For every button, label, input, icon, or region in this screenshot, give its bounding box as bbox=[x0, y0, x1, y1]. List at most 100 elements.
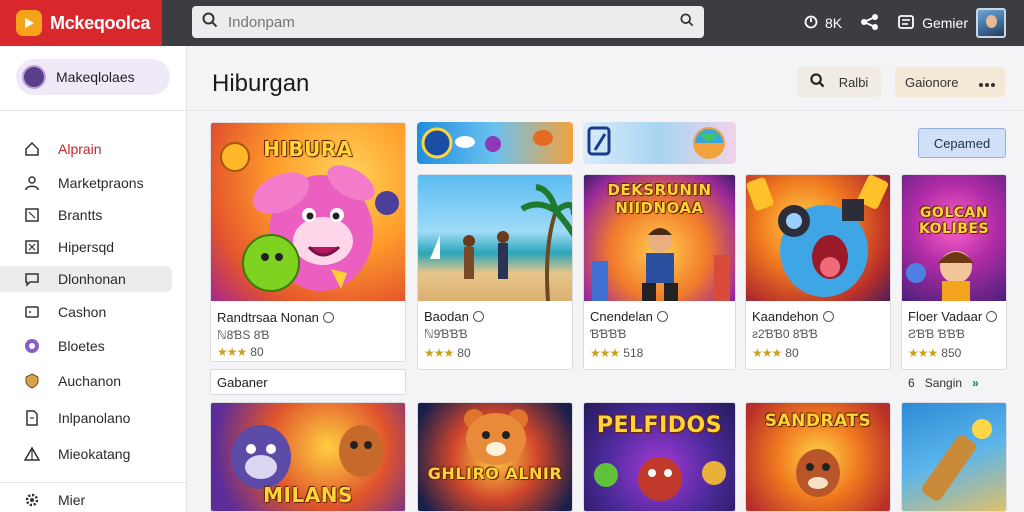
game-title: Randtrsaa Nonan bbox=[217, 310, 334, 325]
star-rating-icon: ★★★ bbox=[908, 346, 938, 360]
rating-value: 850 bbox=[941, 346, 962, 360]
pager: 6 Sangin » bbox=[908, 376, 979, 390]
user-menu[interactable]: Gemier bbox=[898, 8, 1006, 38]
game-thumbnail: HIBURA bbox=[211, 123, 405, 301]
sidebar-item-label: Hipersqd bbox=[58, 239, 115, 255]
promo-banner[interactable] bbox=[417, 122, 573, 164]
refresh-icon bbox=[803, 14, 819, 33]
sidebar: Makeqlolaes Alprain Marketpraons Brantts… bbox=[0, 46, 187, 512]
sidebar-item-auchanon[interactable]: Auchanon bbox=[0, 368, 172, 394]
section-tab[interactable]: Gabaner bbox=[210, 369, 406, 395]
sidebar-item-label: Auchanon bbox=[58, 373, 122, 389]
gear-icon bbox=[24, 492, 40, 508]
search-button[interactable]: Ralbi bbox=[797, 67, 881, 97]
game-card[interactable]: GHLIRO ALNIR bbox=[417, 402, 573, 512]
rating-value: 518 bbox=[623, 346, 644, 360]
sidebar-item-marketplaces[interactable]: Marketpraons bbox=[0, 170, 172, 196]
divider bbox=[0, 482, 187, 483]
chat-icon bbox=[24, 271, 40, 287]
game-card[interactable] bbox=[901, 402, 1007, 512]
game-card[interactable]: SANDRATS bbox=[745, 402, 891, 512]
divider bbox=[188, 110, 1024, 111]
sidebar-item-hipersqd[interactable]: Hipersqd bbox=[0, 234, 172, 260]
sidebar-item-label: Cashon bbox=[58, 304, 107, 320]
verified-icon bbox=[472, 311, 484, 322]
game-title: Baodan bbox=[424, 309, 484, 324]
bear-character-art bbox=[464, 409, 528, 465]
game-card[interactable]: PELFIDOS bbox=[583, 402, 736, 512]
more-icon[interactable] bbox=[979, 75, 995, 90]
game-title-text: Randtrsaa Nonan bbox=[217, 310, 319, 325]
search-submit-icon[interactable] bbox=[680, 12, 694, 32]
page-title: Hiburgan bbox=[212, 70, 310, 97]
stat-counter[interactable]: 8K bbox=[803, 14, 842, 33]
shield-icon bbox=[24, 373, 40, 389]
cannon-art bbox=[922, 419, 992, 501]
game-subtitle: ƁƁƁƁ bbox=[590, 327, 627, 341]
game-title-text: Cnendelan bbox=[590, 309, 653, 324]
share-icon[interactable] bbox=[860, 13, 880, 34]
pager-label[interactable]: Sangin bbox=[925, 376, 962, 390]
game-card[interactable]: Kaandehon ƨ2ƁƁ0 8ƁƁ ★★★ 80 bbox=[745, 174, 891, 370]
search-bar[interactable] bbox=[192, 6, 704, 38]
game-thumbnail: PELFIDOS bbox=[584, 403, 735, 511]
sidebar-item-dlonhonan[interactable]: Dlonhonan bbox=[0, 266, 172, 292]
star-rating-icon: ★★★ bbox=[752, 346, 782, 360]
game-card[interactable]: MILANS bbox=[210, 402, 406, 512]
game-thumbnail: GOLCAN KOLIBES bbox=[902, 175, 1006, 301]
sidebar-profile[interactable]: Makeqlolaes bbox=[16, 59, 170, 95]
sidebar-item-label: Brantts bbox=[58, 207, 103, 223]
sidebar-item-home[interactable]: Alprain bbox=[0, 136, 172, 162]
main-content: Hiburgan Ralbi Gaionore HIBURA Randtrsaa… bbox=[188, 46, 1024, 512]
sidebar-item-bloetes[interactable]: Bloetes bbox=[0, 333, 172, 359]
promo-banner[interactable] bbox=[583, 122, 736, 164]
sidebar-item-label: Bloetes bbox=[58, 338, 105, 354]
verified-icon bbox=[656, 311, 668, 322]
featured-game-card[interactable]: HIBURA Randtrsaa Nonan ℕ8ƁS 8Ɓ ★★★ 80 bbox=[210, 122, 406, 362]
card-icon bbox=[24, 304, 40, 320]
game-subtitle: ℕ9ƁƁƁ bbox=[424, 327, 468, 341]
game-card[interactable]: DEKSRUNIN NIIDNOAA Cnendelan ƁƁƁƁ ★★★ 51… bbox=[583, 174, 736, 370]
girl-character-art bbox=[906, 251, 974, 301]
sidebar-item-settings[interactable]: Mier bbox=[0, 487, 172, 512]
sidebar-profile-label: Makeqlolaes bbox=[56, 69, 135, 85]
sidebar-item-cashon[interactable]: Cashon bbox=[0, 299, 172, 325]
search-input[interactable] bbox=[228, 6, 680, 38]
sidebar-item-label: Inlpanolano bbox=[58, 410, 131, 426]
star-rating-icon: ★★★ bbox=[590, 346, 620, 360]
game-title-text: Kaandehon bbox=[752, 309, 819, 324]
game-rating: ★★★ 80 bbox=[217, 345, 264, 359]
top-bar: Mckeqoolca 8K Gemier bbox=[0, 0, 1024, 46]
game-subtitle: ƧƁƁ ƁƁƁ bbox=[908, 327, 965, 341]
sidebar-item-brands[interactable]: Brantts bbox=[0, 202, 172, 228]
sidebar-item-label: Mier bbox=[58, 492, 86, 508]
beach-scene-art bbox=[430, 184, 572, 301]
game-rating: ★★★ 80 bbox=[424, 346, 471, 360]
avatar[interactable] bbox=[976, 8, 1006, 38]
search-button-label: Ralbi bbox=[838, 74, 869, 90]
play-logo-icon bbox=[16, 10, 42, 36]
category-button-label: Gaionore bbox=[905, 74, 959, 90]
profile-avatar bbox=[22, 65, 46, 89]
cartoon-character-art bbox=[220, 142, 399, 292]
next-page-icon[interactable]: » bbox=[972, 376, 979, 390]
brand[interactable]: Mckeqoolca bbox=[0, 0, 162, 46]
top-right-controls: 8K Gemier bbox=[803, 0, 1006, 46]
home-icon bbox=[24, 141, 40, 157]
game-thumbnail: MILANS bbox=[211, 403, 405, 511]
person-icon bbox=[24, 175, 40, 191]
game-thumbnail: GHLIRO ALNIR bbox=[418, 403, 572, 511]
game-title: Floer Vadaar bbox=[908, 309, 998, 324]
verified-icon bbox=[822, 311, 834, 322]
sidebar-item-mieokatang[interactable]: Mieokatang bbox=[0, 441, 172, 467]
game-card[interactable]: GOLCAN KOLIBES Floer Vadaar ƧƁƁ ƁƁƁ ★★★ … bbox=[901, 174, 1007, 370]
category-button[interactable]: Gaionore bbox=[895, 67, 1005, 97]
game-card[interactable]: Baodan ℕ9ƁƁƁ ★★★ 80 bbox=[417, 174, 573, 370]
sidebar-item-inlpanolano[interactable]: Inlpanolano bbox=[0, 405, 172, 431]
robot-character-art bbox=[746, 175, 888, 297]
compare-button[interactable]: Cepamed bbox=[918, 128, 1006, 158]
game-title-text: Floer Vadaar bbox=[908, 309, 983, 324]
divider bbox=[0, 110, 187, 111]
verified-icon bbox=[322, 312, 334, 323]
game-rating: ★★★ 518 bbox=[590, 346, 643, 360]
